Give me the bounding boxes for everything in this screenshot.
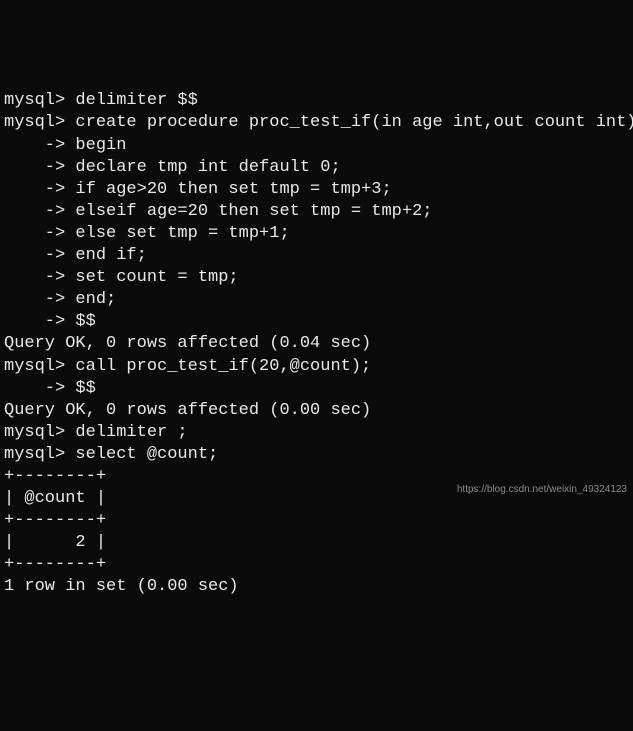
terminal-line: mysql> select @count; [4, 444, 629, 466]
terminal-line: mysql> delimiter ; [4, 422, 629, 444]
terminal-line: mysql> create procedure proc_test_if(in … [4, 112, 629, 134]
terminal-line: -> if age>20 then set tmp = tmp+3; [4, 179, 629, 201]
terminal-line: -> end if; [4, 245, 629, 267]
terminal-line: Query OK, 0 rows affected (0.00 sec) [4, 400, 629, 422]
terminal-line: | 2 | [4, 532, 629, 554]
terminal-line: -> end; [4, 289, 629, 311]
terminal-line: 1 row in set (0.00 sec) [4, 576, 629, 598]
terminal-line: -> set count = tmp; [4, 267, 629, 289]
terminal-line: -> begin [4, 135, 629, 157]
terminal-output: mysql> delimiter $$mysql> create procedu… [4, 90, 629, 598]
terminal-line: +--------+ [4, 554, 629, 576]
terminal-line: -> else set tmp = tmp+1; [4, 223, 629, 245]
terminal-line: +--------+ [4, 510, 629, 532]
watermark-text: https://blog.csdn.net/weixin_49324123 [457, 483, 627, 496]
terminal-line: -> $$ [4, 378, 629, 400]
terminal-line: mysql> call proc_test_if(20,@count); [4, 356, 629, 378]
terminal-line: -> $$ [4, 311, 629, 333]
terminal-line: mysql> delimiter $$ [4, 90, 629, 112]
terminal-line: -> declare tmp int default 0; [4, 157, 629, 179]
terminal-line: Query OK, 0 rows affected (0.04 sec) [4, 333, 629, 355]
terminal-line: -> elseif age=20 then set tmp = tmp+2; [4, 201, 629, 223]
